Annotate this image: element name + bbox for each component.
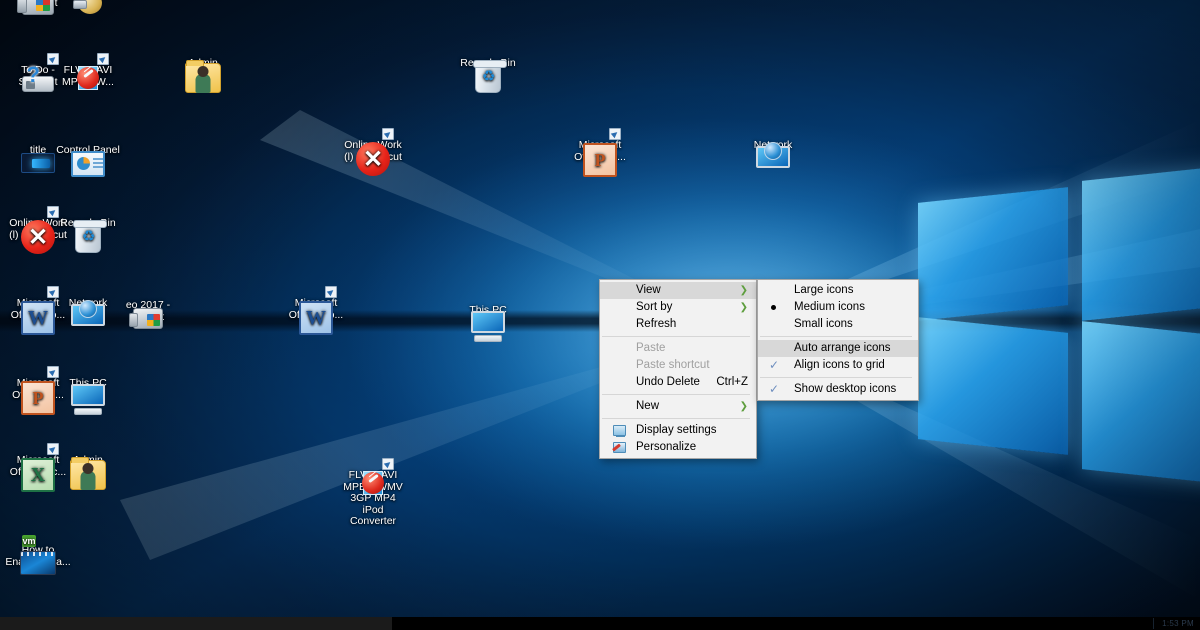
camcorder-icon [17, 0, 54, 15]
personalize-icon [613, 442, 626, 453]
menu-item-undo-delete[interactable]: Undo Delete Ctrl+Z [600, 374, 756, 391]
desktop-icon-network-top[interactable]: Network [735, 139, 811, 168]
view-menu-item-label: Auto arrange icons [794, 342, 891, 354]
camcorder-icon [129, 308, 163, 329]
menu-separator [602, 418, 750, 419]
menu-item-label: Undo Delete [636, 376, 700, 388]
menu-item-personalize[interactable]: Personalize [600, 439, 756, 456]
shortcut-arrow-icon [47, 206, 59, 218]
checkmark-icon: ✓ [769, 358, 780, 372]
view-menu-item-small-icons[interactable]: Small icons [758, 316, 918, 333]
shortcut-arrow-icon [47, 366, 59, 378]
desktop-icon-microsoft-office-word-2[interactable]: Microsoft Office Wo... [278, 286, 354, 335]
taskbar-clock[interactable]: 1:53 PM [1162, 617, 1194, 630]
checkmark-icon: ✓ [769, 382, 780, 396]
view-menu-item-large-icons[interactable]: Large icons [758, 282, 918, 299]
red-x-icon [356, 142, 390, 176]
user-icon [80, 463, 96, 490]
control-panel-icon [71, 151, 105, 177]
view-menu-item-label: Small icons [794, 318, 853, 330]
menu-accelerator: Ctrl+Z [716, 376, 748, 388]
submenu-separator [760, 336, 912, 337]
user-icon [195, 66, 211, 93]
menu-item-label: Personalize [636, 441, 697, 453]
desktop-icon-video-2017-shortcut[interactable]: Video 2017 - Shortcut [0, 0, 76, 15]
view-menu-item-show-desktop-icons[interactable]: ✓ Show desktop icons [758, 381, 918, 398]
view-submenu[interactable]: Large icons Medium icons Small icons Auto a… [757, 279, 919, 401]
converter-icon [77, 67, 99, 89]
view-menu-item-auto-arrange-icons[interactable]: Auto arrange icons [758, 340, 918, 357]
question-mark-icon [27, 62, 40, 88]
menu-item-display-settings[interactable]: Display settings [600, 422, 756, 439]
view-menu-item-label: Show desktop icons [794, 383, 897, 395]
view-menu-item-label: Align icons to grid [794, 359, 885, 371]
menu-item-paste: Paste [600, 340, 756, 357]
video-file-icon [20, 551, 56, 575]
shortcut-arrow-icon [47, 53, 59, 65]
chevron-right-icon: ❯ [739, 302, 748, 313]
taskbar-left-region [0, 617, 392, 630]
shortcut-arrow-icon [47, 286, 59, 298]
converter-icon [362, 472, 384, 494]
view-menu-item-align-icons-to-grid[interactable]: ✓ Align icons to grid [758, 357, 918, 374]
chevron-right-icon: ❯ [739, 285, 748, 296]
menu-separator [602, 336, 750, 337]
word-icon [299, 301, 333, 335]
radio-selected-icon [771, 305, 776, 310]
desktop-icon-how-to-enable-disa[interactable]: How to Enable Disa... [0, 535, 76, 575]
recycle-bin-icon [73, 220, 107, 253]
view-menu-item-label: Medium icons [794, 301, 865, 313]
monitor-icon [71, 384, 105, 406]
shortcut-arrow-icon [382, 458, 394, 470]
desktop-icon-this-pc-center[interactable]: This PC [450, 304, 526, 342]
powerpoint-icon [583, 143, 617, 177]
taskbar-divider [1153, 618, 1154, 629]
desktop-icon-eo-2017-shortcut[interactable]: eo 2017 - hortcut [110, 299, 186, 329]
chevron-right-icon: ❯ [739, 401, 748, 412]
submenu-separator [760, 377, 912, 378]
shortcut-arrow-icon [325, 286, 337, 298]
menu-separator [602, 394, 750, 395]
menu-item-label: Refresh [636, 318, 677, 330]
vm-badge-icon [22, 535, 36, 547]
desktop-icon-control-panel[interactable]: Control Panel [50, 144, 126, 177]
recycle-bin-icon [473, 60, 507, 93]
display-settings-icon [613, 425, 626, 437]
menu-item-view[interactable]: View ❯ [600, 282, 756, 299]
desktop-icon-admin-top[interactable]: Admin [165, 57, 241, 93]
view-menu-item-medium-icons[interactable]: Medium icons [758, 299, 918, 316]
taskbar[interactable]: 1:53 PM [0, 617, 1200, 630]
menu-item-label: Sort by [636, 301, 673, 313]
shortcut-arrow-icon [382, 128, 394, 140]
menu-item-label: Display settings [636, 424, 717, 436]
desktop-icon-recycle-bin-left[interactable]: Recycle Bin [50, 217, 126, 253]
menu-item-label: View [636, 284, 661, 296]
desktop-icon-admin-left[interactable]: Admin [50, 454, 126, 490]
desktop-context-menu[interactable]: View ❯ Sort by ❯ Refresh Paste Paste shortcut U… [599, 279, 757, 459]
desktop-icon-recycle-bin-top[interactable]: Recycle Bin [450, 57, 526, 93]
keyboard-icon [474, 335, 502, 342]
menu-item-refresh[interactable]: Refresh [600, 316, 756, 333]
desktop-icon-flv-to-avi-converter[interactable]: FLV to AVI MPEG WMV 3GP MP4 iPod Convert… [335, 458, 411, 528]
desktop-icon-online-work-l-shortcut-2[interactable]: Online Work (l) - Shortcut [335, 128, 411, 176]
globe-icon [79, 300, 97, 318]
view-menu-item-label: Large icons [794, 284, 854, 296]
keyboard-icon [74, 408, 102, 415]
desktop-icon-this-pc-left[interactable]: This PC [50, 377, 126, 415]
globe-icon [764, 142, 782, 160]
desktop-icon-microsoft-office-powerpoint-2[interactable]: Microsoft Office Po... [562, 128, 638, 177]
menu-item-sort-by[interactable]: Sort by ❯ [600, 299, 756, 316]
menu-item-paste-shortcut: Paste shortcut [600, 357, 756, 374]
menu-item-label: New [636, 400, 660, 412]
monitor-icon [471, 311, 505, 333]
shortcut-arrow-icon [97, 53, 109, 65]
menu-item-new[interactable]: New ❯ [600, 398, 756, 415]
shortcut-arrow-icon [609, 128, 621, 140]
shortcut-arrow-icon [47, 443, 59, 455]
menu-item-label: Paste shortcut [636, 359, 710, 371]
handbrake-icon [73, 0, 103, 16]
desktop-icon-flv-to-avi-mpeg-w-shortcut[interactable]: FLV to AVI MPEG W... [50, 53, 126, 90]
menu-item-label: Paste [636, 342, 666, 354]
